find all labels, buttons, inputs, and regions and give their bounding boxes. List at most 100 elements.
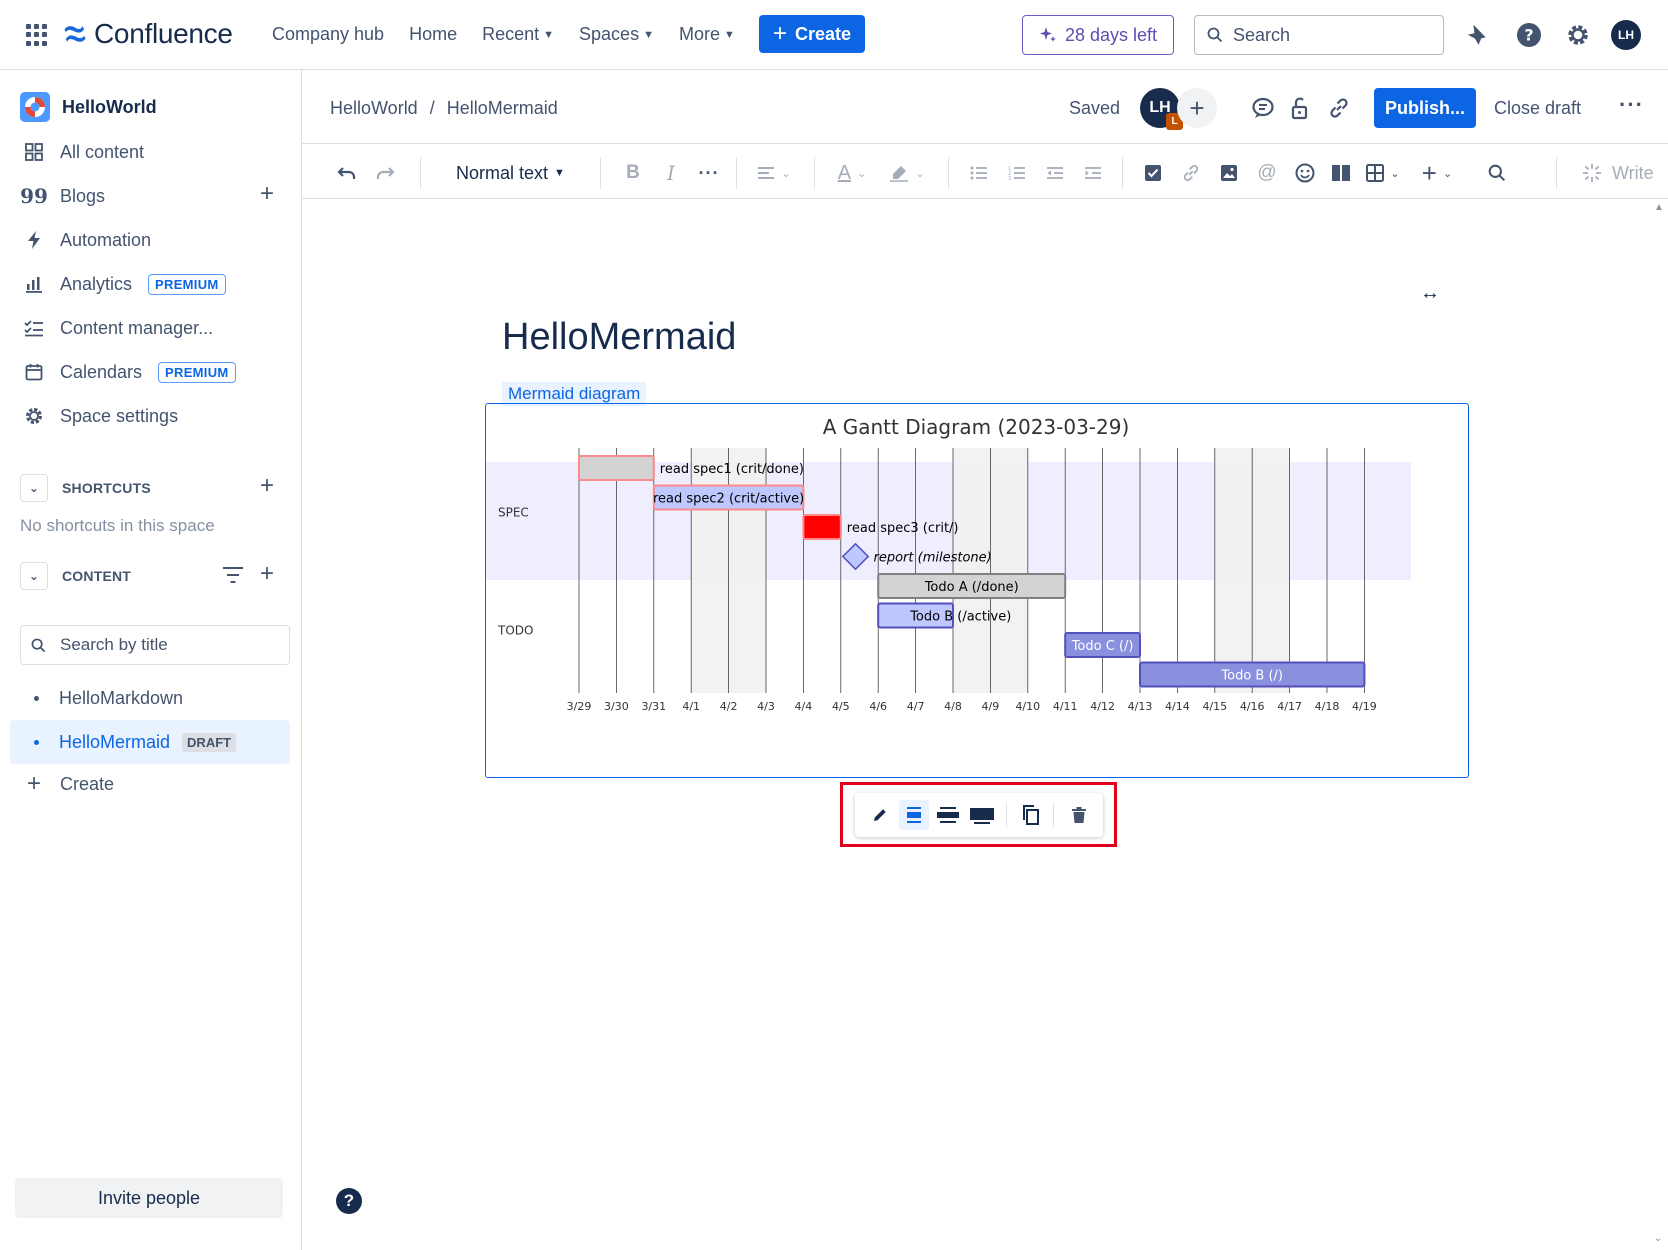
text-color-icon[interactable]: A ⌄ [832, 159, 872, 187]
link-icon[interactable] [1325, 94, 1353, 122]
chevron-down-icon[interactable]: ⌄ [20, 562, 48, 590]
gantt-tick-label: 4/1 [682, 700, 700, 713]
redo-icon[interactable] [370, 159, 400, 187]
highlight-icon[interactable]: ⌄ [887, 159, 927, 187]
width-wide-icon[interactable] [933, 800, 963, 830]
publish-button[interactable]: Publish... [1374, 88, 1476, 128]
task-checkbox-icon[interactable] [1140, 159, 1166, 187]
apps-grid-icon[interactable] [26, 24, 48, 46]
confluence-logo[interactable]: Confluence [64, 18, 233, 50]
gantt-tick-label: 3/30 [604, 700, 629, 713]
gantt-tick-label: 4/17 [1277, 700, 1302, 713]
nav-link-home[interactable]: Home [409, 24, 457, 45]
mention-icon[interactable]: @ [1254, 159, 1280, 187]
ai-write-button[interactable]: Write [1582, 159, 1654, 187]
close-draft-button[interactable]: Close draft [1494, 98, 1581, 119]
user-avatar[interactable]: LH [1611, 20, 1641, 50]
bullet-list-icon[interactable] [966, 159, 992, 187]
gantt-tick-label: 4/2 [720, 700, 738, 713]
outdent-icon[interactable] [1042, 159, 1068, 187]
global-search-input[interactable]: Search [1194, 15, 1444, 55]
add-content-button[interactable]: + [260, 562, 274, 586]
nav-link-more[interactable]: More ▼ [679, 24, 735, 45]
space-lifebuoy-icon [20, 92, 50, 122]
width-default-icon[interactable] [899, 800, 929, 830]
toolbar-divider [948, 157, 949, 189]
sidebar-item-analytics[interactable]: Analytics PREMIUM [24, 270, 226, 298]
page-tree-item-hellomermaid[interactable]: HelloMermaid DRAFT [10, 720, 290, 764]
insert-more-icon[interactable]: + ⌄ [1414, 158, 1460, 188]
full-width-toggle-icon[interactable]: ↔ [1420, 282, 1440, 305]
emoji-icon[interactable] [1292, 159, 1318, 187]
nav-link-label: Recent [482, 24, 540, 44]
notifications-icon[interactable] [1462, 20, 1492, 50]
table-icon[interactable]: ⌄ [1360, 159, 1406, 187]
text-style-select[interactable]: Normal text ▼ [456, 159, 565, 187]
gantt-tick-label: 4/14 [1165, 700, 1190, 713]
sidebar-create-button[interactable]: + Create [24, 770, 114, 798]
sidebar-item-all-content[interactable]: All content [24, 138, 144, 166]
alignment-icon[interactable]: ⌄ [754, 159, 794, 187]
copy-icon[interactable] [1016, 800, 1046, 830]
gantt-title: A Gantt Diagram (2023-03-29) [823, 415, 1130, 439]
sidebar-item-blogs[interactable]: 99 Blogs [20, 182, 105, 210]
edit-pencil-icon[interactable] [865, 800, 895, 830]
text-style-value: Normal text [456, 162, 549, 183]
add-blog-button[interactable]: + [260, 182, 274, 206]
space-header[interactable]: HelloWorld [20, 92, 157, 122]
filter-icon[interactable] [222, 566, 244, 589]
gantt-weekend-column [990, 448, 1028, 693]
content-search-placeholder: Search by title [60, 635, 168, 654]
image-icon[interactable] [1216, 159, 1242, 187]
help-fab-icon[interactable]: ? [336, 1188, 362, 1214]
nav-link-recent[interactable]: Recent ▼ [482, 24, 554, 45]
page-tree-item-hellomarkdown[interactable]: HelloMarkdown [10, 676, 290, 720]
settings-icon[interactable] [1563, 20, 1593, 50]
chevron-down-icon: ▼ [554, 167, 565, 179]
add-shortcut-button[interactable]: + [260, 474, 274, 498]
create-button[interactable]: + Create [759, 15, 865, 53]
italic-icon[interactable]: I [658, 159, 684, 187]
sidebar-item-calendars[interactable]: Calendars PREMIUM [24, 358, 236, 386]
sidebar-item-content-manager[interactable]: Content manager... [24, 314, 213, 342]
all-content-icon [24, 142, 44, 162]
comment-icon[interactable] [1249, 94, 1277, 122]
sidebar-item-automation[interactable]: Automation [24, 226, 151, 254]
trial-button[interactable]: 28 days left [1022, 15, 1174, 55]
scroll-down-arrow[interactable]: ⌄ [1654, 1233, 1662, 1244]
editor-toolbar: Normal text ▼ B I ··· ⌄ A ⌄ ⌄ 123 @ ⌄ + … [302, 145, 1668, 199]
indent-icon[interactable] [1080, 159, 1106, 187]
width-full-icon[interactable] [967, 800, 997, 830]
more-actions-button[interactable]: ··· [1619, 92, 1644, 118]
invite-people-button[interactable]: Invite people [15, 1178, 283, 1218]
more-formatting-icon[interactable]: ··· [696, 159, 722, 187]
gantt-tick-label: 4/15 [1202, 700, 1227, 713]
help-icon[interactable]: ? [1514, 20, 1544, 50]
gantt-tick-label: 4/6 [869, 700, 887, 713]
numbered-list-icon[interactable]: 123 [1004, 159, 1030, 187]
unlock-icon[interactable] [1287, 94, 1315, 122]
invite-collaborator-button[interactable]: + [1177, 88, 1217, 128]
link-icon[interactable] [1178, 159, 1204, 187]
gantt-section-label: TODO [497, 623, 533, 637]
breadcrumb-page[interactable]: HelloMermaid [447, 98, 558, 119]
chevron-down-icon[interactable]: ⌄ [20, 474, 48, 502]
content-section-header: ⌄ CONTENT [20, 562, 131, 590]
nav-link-spaces[interactable]: Spaces ▼ [579, 24, 654, 45]
scroll-up-arrow[interactable]: ▲ [1654, 202, 1664, 213]
search-icon [1207, 27, 1223, 43]
breadcrumb: HelloWorld / HelloMermaid [330, 98, 558, 119]
analytics-icon [24, 274, 44, 294]
content-search-input[interactable]: Search by title [20, 625, 290, 665]
confluence-logo-icon [64, 26, 86, 42]
delete-icon[interactable] [1064, 800, 1094, 830]
bold-icon[interactable]: B [620, 159, 646, 187]
undo-icon[interactable] [332, 159, 362, 187]
page-title[interactable]: HelloMermaid [502, 316, 736, 359]
nav-link-company-hub[interactable]: Company hub [272, 24, 384, 45]
layout-columns-icon[interactable] [1328, 159, 1354, 187]
find-replace-icon[interactable] [1482, 159, 1512, 187]
sidebar-item-space-settings[interactable]: Space settings [24, 402, 178, 430]
mermaid-macro[interactable]: A Gantt Diagram (2023-03-29) SPEC TODO read… [485, 403, 1469, 778]
breadcrumb-space[interactable]: HelloWorld [330, 98, 418, 119]
